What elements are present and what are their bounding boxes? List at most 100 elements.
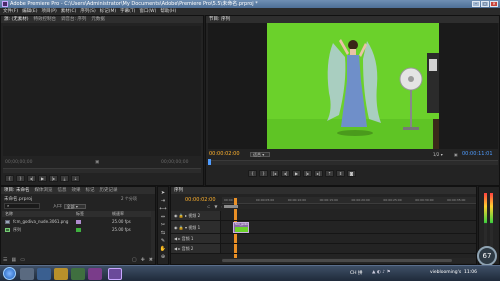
rate-stretch-tool-icon[interactable]: ⇔ <box>161 214 165 220</box>
tab-source[interactable]: 源: (无素材) <box>4 16 28 23</box>
step-back-icon[interactable]: ◂| <box>27 175 36 182</box>
list-item[interactable]: 序列 25.00 fps <box>2 226 154 234</box>
menu-project[interactable]: 项目(P) <box>41 8 56 15</box>
selection-tool-icon[interactable]: ➤ <box>161 190 165 196</box>
tab-info[interactable]: 信息 <box>57 187 66 194</box>
program-scrubber[interactable] <box>208 159 498 165</box>
razor-tool-icon[interactable]: ✂ <box>161 222 165 228</box>
tab-markers[interactable]: 标记 <box>85 187 94 194</box>
mark-in-button[interactable]: { <box>5 175 14 182</box>
project-search-input[interactable]: ⌕ <box>4 203 40 209</box>
new-bin-icon[interactable]: ▢ <box>132 257 137 264</box>
track-header[interactable]: ◀ ▸ 音频 2 <box>171 244 221 253</box>
ripple-edit-tool-icon[interactable]: ⟷ <box>159 206 166 212</box>
slip-tool-icon[interactable]: ⇆ <box>161 230 165 236</box>
program-step-back-icon[interactable]: ◂| <box>281 170 290 177</box>
menu-clip[interactable]: 素材(C) <box>61 8 77 15</box>
tab-effect-controls[interactable]: 特效控制台 <box>33 16 56 23</box>
clock[interactable]: 11:06 <box>464 270 477 275</box>
track-header[interactable]: ◀ ▸ 音频 1 <box>171 234 221 243</box>
start-button-icon[interactable] <box>3 267 16 280</box>
column-name[interactable]: 名称 <box>5 211 13 217</box>
tab-audio-mixer[interactable]: 调音台: 序列 <box>61 16 86 23</box>
source-tabbar: 源: (无素材) 特效控制台 调音台: 序列 元数据 <box>1 16 203 23</box>
taskbar-premiere-icon[interactable] <box>108 268 122 280</box>
work-area-bar[interactable] <box>222 205 476 209</box>
tab-effects[interactable]: 效果 <box>71 187 80 194</box>
program-mark-out-button[interactable]: } <box>259 170 268 177</box>
video-track-1-row: ◉ 🔒 ▾ 视频 1 fcm_godiva <box>171 221 476 234</box>
program-fit-dropdown[interactable]: 适合 ▾ <box>250 152 270 157</box>
taskbar-app-icon[interactable] <box>71 268 85 280</box>
program-playhead-icon[interactable] <box>208 159 211 165</box>
taskbar-explorer-icon[interactable] <box>20 268 34 280</box>
tab-history[interactable]: 历史记录 <box>99 187 117 194</box>
insert-button[interactable]: ⤓ <box>60 175 69 182</box>
close-button[interactable]: ✕ <box>490 1 498 7</box>
taskbar-browser-icon[interactable] <box>37 268 51 280</box>
project-scrollbar[interactable] <box>151 211 155 259</box>
taskbar-media-icon[interactable] <box>88 268 102 280</box>
menu-marker[interactable]: 标记(M) <box>100 8 116 15</box>
menu-window[interactable]: 窗口(W) <box>139 8 156 15</box>
menu-help[interactable]: 帮助(H) <box>160 8 176 15</box>
performance-gauge[interactable]: 67 <box>477 246 497 266</box>
delete-icon[interactable]: ✖ <box>149 257 153 264</box>
tab-project[interactable]: 项目: 未命名 <box>4 187 29 194</box>
menu-title[interactable]: 字幕(T) <box>120 8 135 15</box>
menu-file[interactable]: 文件(F) <box>3 8 18 15</box>
export-frame-button[interactable]: ◙ <box>347 170 356 177</box>
program-step-forward-icon[interactable]: |▸ <box>303 170 312 177</box>
icon-view-icon[interactable]: ▦ <box>11 257 16 264</box>
go-to-in-icon[interactable]: |◂ <box>270 170 279 177</box>
program-play-icon[interactable]: ▶ <box>292 170 301 177</box>
hand-tool-icon[interactable]: ✋ <box>160 246 166 252</box>
go-to-out-icon[interactable]: ▸| <box>314 170 323 177</box>
ruler-mark: 00:00:35:00 <box>447 198 466 202</box>
mark-out-button[interactable]: } <box>16 175 25 182</box>
extract-button[interactable]: ⇞ <box>336 170 345 177</box>
play-icon[interactable]: ▶ <box>38 175 47 182</box>
program-scale-dropdown[interactable]: 1/2 ▾ <box>433 152 443 157</box>
taskbar-folder-icon[interactable] <box>54 268 68 280</box>
timeline-scroll-thumb[interactable] <box>222 259 452 262</box>
input-method-indicator[interactable]: CH 拼 <box>350 270 362 276</box>
pen-tool-icon[interactable]: ✎ <box>161 238 165 244</box>
new-item-icon[interactable]: ✚ <box>141 257 145 264</box>
marker-icon[interactable]: ▼ <box>214 204 217 209</box>
track-header[interactable]: ◉ 🔒 ▾ 视频 1 <box>171 221 221 233</box>
tab-media-browser[interactable]: 媒体浏览 <box>34 187 52 194</box>
timeline-scrollbar[interactable] <box>222 258 476 263</box>
list-item[interactable]: fcm_godiva_nude.3061.png 25.00 fps <box>2 218 154 226</box>
maximize-button[interactable]: □ <box>481 1 489 7</box>
tab-metadata[interactable]: 元数据 <box>91 16 105 23</box>
menu-edit[interactable]: 编辑(E) <box>22 8 37 15</box>
scale-label: 1/2 <box>433 152 440 157</box>
lift-button[interactable]: ⇡ <box>325 170 334 177</box>
snap-icon[interactable]: ⊂ <box>207 204 210 209</box>
track-select-tool-icon[interactable]: ⇥ <box>161 198 165 204</box>
zoom-slider-icon[interactable]: ▭ <box>20 257 25 264</box>
menu-sequence[interactable]: 序列(S) <box>80 8 95 15</box>
column-frame-rate[interactable]: 帧速率 <box>112 211 124 217</box>
program-mark-in-button[interactable]: { <box>248 170 257 177</box>
minimize-button[interactable]: – <box>472 1 480 7</box>
track-header[interactable]: ◉ 🔒 ▸ 视频 2 <box>171 211 221 220</box>
source-settings-icon[interactable]: ▣ <box>95 160 99 166</box>
project-item-name: 序列 <box>13 227 21 232</box>
tab-program[interactable]: 节目: 序列 <box>209 16 230 23</box>
step-forward-icon[interactable]: |▸ <box>49 175 58 182</box>
tray-icons[interactable]: ▲ ◐ ♪ ⚑ <box>372 270 391 275</box>
audio-track-2-row: ◀ ▸ 音频 2 <box>171 244 476 254</box>
zoom-tool-icon[interactable]: ⊕ <box>161 254 165 260</box>
timeline-ruler[interactable]: 00:00 00:00:05:00 00:00:10:00 00:00:15:00 00… <box>222 197 476 204</box>
overwrite-button[interactable]: ⇣ <box>71 175 80 182</box>
source-scrubber[interactable] <box>3 168 201 173</box>
list-view-icon[interactable]: ☰ <box>3 257 7 264</box>
video-clip[interactable]: fcm_godiva <box>233 222 249 233</box>
work-area-range[interactable] <box>224 205 238 208</box>
column-label[interactable]: 标签 <box>76 211 84 217</box>
tab-sequence[interactable]: 序列 <box>174 187 183 194</box>
program-settings-icon[interactable]: ▣ <box>454 151 458 158</box>
entry-dropdown[interactable]: 全部 ▾ <box>63 203 86 209</box>
